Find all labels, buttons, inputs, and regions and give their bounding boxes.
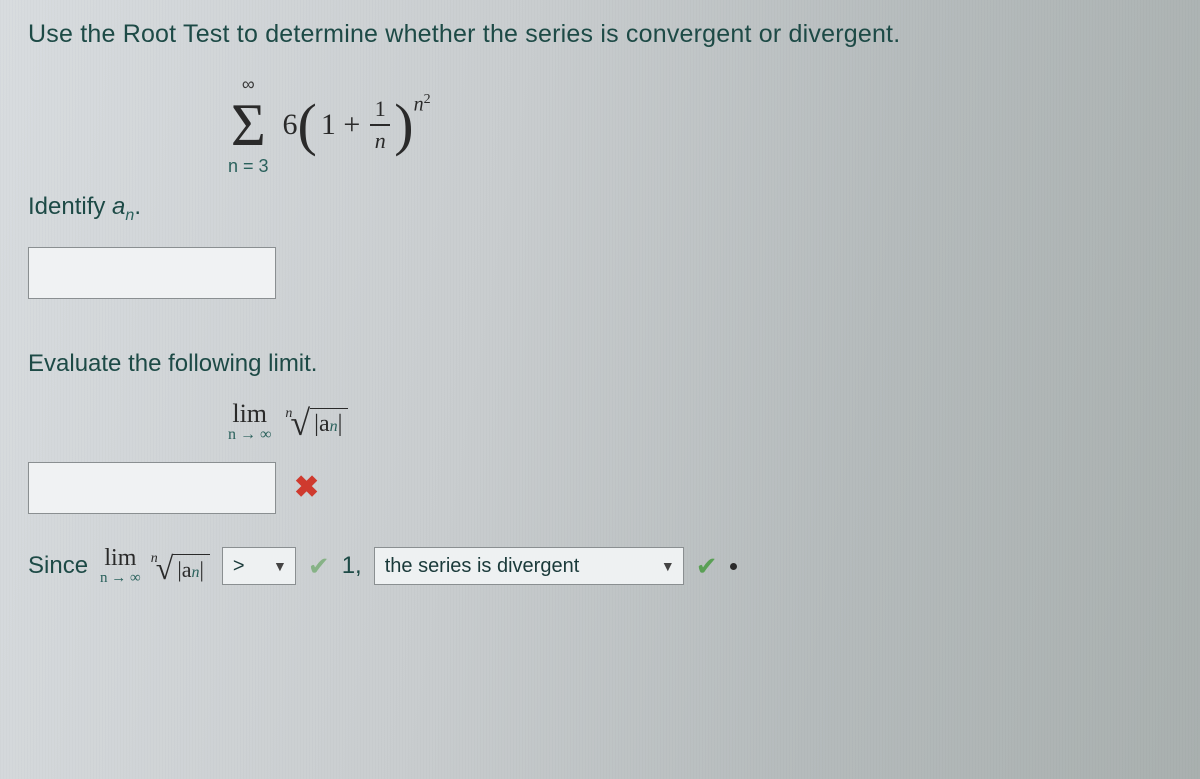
verdict-select[interactable]: the series is divergent ▼ (374, 547, 684, 585)
fraction-bar (370, 124, 390, 126)
radicand: |an| (310, 408, 348, 438)
conclusion-nth-root: n √ |an| (151, 550, 210, 587)
comparison-selected-value: > (233, 555, 245, 578)
identify-label: Identify an. (28, 193, 1172, 225)
a-subscript: n (125, 207, 134, 224)
evaluate-label: Evaluate the following limit. (28, 350, 1172, 378)
chevron-down-icon: ▼ (273, 558, 287, 574)
fraction-denominator: n (375, 128, 386, 154)
limit-operator: lim n → ∞ (228, 400, 271, 444)
series-term: 6 ( 1 + 1 n ) n2 (283, 96, 431, 154)
limit-expression: lim n → ∞ n √ |an| (228, 400, 1172, 444)
problem-prompt: Use the Root Test to determine whether t… (28, 20, 1172, 49)
exponent: n2 (414, 92, 431, 117)
close-paren: ) (394, 96, 413, 154)
period-dot (730, 563, 737, 570)
a-symbol: a (112, 193, 125, 220)
incorrect-icon: ✖ (294, 470, 319, 505)
conclusion-row: Since lim n → ∞ n √ |an| > ▼ ✔ 1, the se… (28, 546, 1172, 587)
identify-an-input[interactable] (28, 247, 276, 299)
radical-symbol: √ (290, 402, 310, 444)
check-icon: ✔ (308, 551, 330, 582)
exponent-power: 2 (424, 92, 431, 107)
chevron-down-icon: ▼ (661, 558, 675, 574)
limit-value-input[interactable] (28, 462, 276, 514)
sigma-symbol: Σ (231, 95, 266, 155)
conclusion-limit-operator: lim n → ∞ (100, 546, 141, 587)
check-icon: ✔ (696, 551, 718, 582)
coefficient: 6 (283, 108, 298, 142)
lim-condition: n → ∞ (228, 427, 271, 444)
one-plus: 1 + (321, 108, 360, 142)
open-paren: ( (298, 96, 317, 154)
series-expression: ∞ Σ n = 3 6 ( 1 + 1 n ) n2 (228, 75, 1172, 175)
sigma-lower-bound: n = 3 (228, 157, 269, 175)
comparison-select[interactable]: > ▼ (222, 547, 296, 585)
sigma-upper-bound: ∞ (242, 75, 255, 93)
verdict-selected-value: the series is divergent (385, 555, 580, 578)
fraction: 1 n (370, 96, 390, 154)
exponent-base: n (414, 94, 424, 116)
nth-root: n √ |an| (285, 402, 348, 444)
one-comma: 1, (342, 552, 362, 580)
lim-word: lim (232, 400, 267, 427)
sigma: ∞ Σ n = 3 (228, 75, 269, 175)
since-word: Since (28, 552, 88, 580)
fraction-numerator: 1 (375, 96, 386, 122)
